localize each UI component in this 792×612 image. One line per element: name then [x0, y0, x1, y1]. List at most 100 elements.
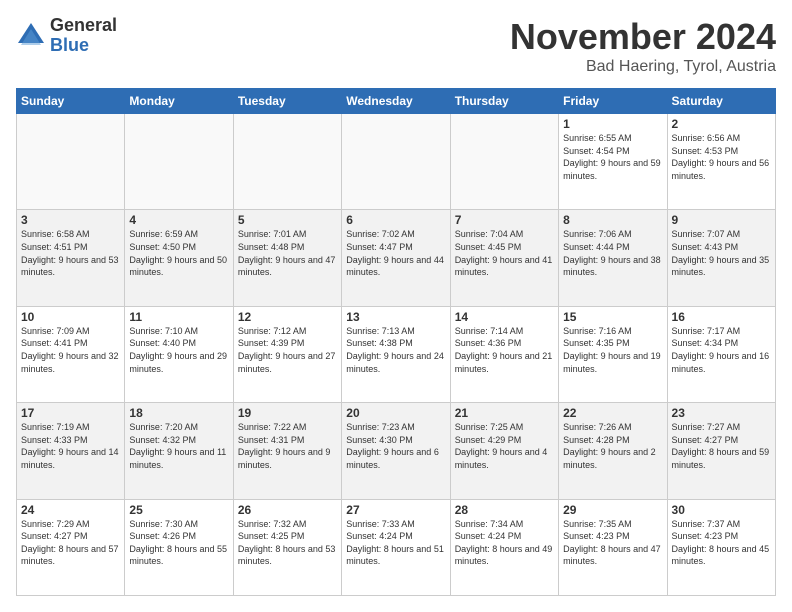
day-info: Sunrise: 7:29 AM Sunset: 4:27 PM Dayligh… [21, 518, 120, 568]
table-row: 18Sunrise: 7:20 AM Sunset: 4:32 PM Dayli… [125, 403, 233, 499]
calendar-title: November 2024 [510, 16, 776, 58]
day-number: 26 [238, 503, 337, 517]
day-number: 3 [21, 213, 120, 227]
table-row [233, 114, 341, 210]
day-info: Sunrise: 7:10 AM Sunset: 4:40 PM Dayligh… [129, 325, 228, 375]
table-row: 15Sunrise: 7:16 AM Sunset: 4:35 PM Dayli… [559, 306, 667, 402]
day-info: Sunrise: 7:25 AM Sunset: 4:29 PM Dayligh… [455, 421, 554, 471]
day-info: Sunrise: 7:12 AM Sunset: 4:39 PM Dayligh… [238, 325, 337, 375]
day-info: Sunrise: 7:32 AM Sunset: 4:25 PM Dayligh… [238, 518, 337, 568]
table-row: 10Sunrise: 7:09 AM Sunset: 4:41 PM Dayli… [17, 306, 125, 402]
table-row: 23Sunrise: 7:27 AM Sunset: 4:27 PM Dayli… [667, 403, 775, 499]
day-number: 2 [672, 117, 771, 131]
day-info: Sunrise: 7:07 AM Sunset: 4:43 PM Dayligh… [672, 228, 771, 278]
table-row: 13Sunrise: 7:13 AM Sunset: 4:38 PM Dayli… [342, 306, 450, 402]
table-row: 3Sunrise: 6:58 AM Sunset: 4:51 PM Daylig… [17, 210, 125, 306]
table-row: 16Sunrise: 7:17 AM Sunset: 4:34 PM Dayli… [667, 306, 775, 402]
logo-icon [16, 21, 46, 51]
table-row: 27Sunrise: 7:33 AM Sunset: 4:24 PM Dayli… [342, 499, 450, 595]
day-number: 8 [563, 213, 662, 227]
table-row: 9Sunrise: 7:07 AM Sunset: 4:43 PM Daylig… [667, 210, 775, 306]
day-number: 16 [672, 310, 771, 324]
header: General Blue November 2024 Bad Haering, … [16, 16, 776, 76]
logo-general: General [50, 16, 117, 36]
day-number: 30 [672, 503, 771, 517]
header-tuesday: Tuesday [233, 89, 341, 114]
table-row: 1Sunrise: 6:55 AM Sunset: 4:54 PM Daylig… [559, 114, 667, 210]
table-row: 20Sunrise: 7:23 AM Sunset: 4:30 PM Dayli… [342, 403, 450, 499]
header-sunday: Sunday [17, 89, 125, 114]
day-number: 20 [346, 406, 445, 420]
day-info: Sunrise: 7:06 AM Sunset: 4:44 PM Dayligh… [563, 228, 662, 278]
table-row: 6Sunrise: 7:02 AM Sunset: 4:47 PM Daylig… [342, 210, 450, 306]
table-row: 8Sunrise: 7:06 AM Sunset: 4:44 PM Daylig… [559, 210, 667, 306]
logo-text: General Blue [50, 16, 117, 56]
day-info: Sunrise: 6:59 AM Sunset: 4:50 PM Dayligh… [129, 228, 228, 278]
day-info: Sunrise: 7:33 AM Sunset: 4:24 PM Dayligh… [346, 518, 445, 568]
day-number: 5 [238, 213, 337, 227]
day-info: Sunrise: 7:04 AM Sunset: 4:45 PM Dayligh… [455, 228, 554, 278]
day-info: Sunrise: 7:20 AM Sunset: 4:32 PM Dayligh… [129, 421, 228, 471]
day-number: 19 [238, 406, 337, 420]
day-number: 14 [455, 310, 554, 324]
table-row: 5Sunrise: 7:01 AM Sunset: 4:48 PM Daylig… [233, 210, 341, 306]
day-info: Sunrise: 7:16 AM Sunset: 4:35 PM Dayligh… [563, 325, 662, 375]
calendar-page: General Blue November 2024 Bad Haering, … [0, 0, 792, 612]
table-row: 28Sunrise: 7:34 AM Sunset: 4:24 PM Dayli… [450, 499, 558, 595]
table-row: 4Sunrise: 6:59 AM Sunset: 4:50 PM Daylig… [125, 210, 233, 306]
day-info: Sunrise: 7:34 AM Sunset: 4:24 PM Dayligh… [455, 518, 554, 568]
calendar-subtitle: Bad Haering, Tyrol, Austria [510, 58, 776, 76]
day-info: Sunrise: 7:01 AM Sunset: 4:48 PM Dayligh… [238, 228, 337, 278]
table-row: 29Sunrise: 7:35 AM Sunset: 4:23 PM Dayli… [559, 499, 667, 595]
header-monday: Monday [125, 89, 233, 114]
day-number: 27 [346, 503, 445, 517]
title-block: November 2024 Bad Haering, Tyrol, Austri… [510, 16, 776, 76]
day-number: 29 [563, 503, 662, 517]
day-info: Sunrise: 7:37 AM Sunset: 4:23 PM Dayligh… [672, 518, 771, 568]
day-number: 12 [238, 310, 337, 324]
day-info: Sunrise: 6:55 AM Sunset: 4:54 PM Dayligh… [563, 132, 662, 182]
table-row [342, 114, 450, 210]
day-info: Sunrise: 7:14 AM Sunset: 4:36 PM Dayligh… [455, 325, 554, 375]
day-info: Sunrise: 7:19 AM Sunset: 4:33 PM Dayligh… [21, 421, 120, 471]
day-info: Sunrise: 6:58 AM Sunset: 4:51 PM Dayligh… [21, 228, 120, 278]
day-number: 22 [563, 406, 662, 420]
day-number: 6 [346, 213, 445, 227]
day-number: 24 [21, 503, 120, 517]
table-row [17, 114, 125, 210]
day-info: Sunrise: 7:35 AM Sunset: 4:23 PM Dayligh… [563, 518, 662, 568]
logo: General Blue [16, 16, 117, 56]
day-info: Sunrise: 7:26 AM Sunset: 4:28 PM Dayligh… [563, 421, 662, 471]
day-number: 9 [672, 213, 771, 227]
table-row: 2Sunrise: 6:56 AM Sunset: 4:53 PM Daylig… [667, 114, 775, 210]
table-row: 14Sunrise: 7:14 AM Sunset: 4:36 PM Dayli… [450, 306, 558, 402]
day-number: 28 [455, 503, 554, 517]
day-info: Sunrise: 7:22 AM Sunset: 4:31 PM Dayligh… [238, 421, 337, 471]
day-number: 11 [129, 310, 228, 324]
day-number: 1 [563, 117, 662, 131]
calendar-body: 1Sunrise: 6:55 AM Sunset: 4:54 PM Daylig… [17, 114, 776, 596]
day-info: Sunrise: 7:09 AM Sunset: 4:41 PM Dayligh… [21, 325, 120, 375]
day-number: 10 [21, 310, 120, 324]
table-row [450, 114, 558, 210]
header-thursday: Thursday [450, 89, 558, 114]
table-row: 21Sunrise: 7:25 AM Sunset: 4:29 PM Dayli… [450, 403, 558, 499]
day-info: Sunrise: 7:02 AM Sunset: 4:47 PM Dayligh… [346, 228, 445, 278]
header-friday: Friday [559, 89, 667, 114]
table-row: 22Sunrise: 7:26 AM Sunset: 4:28 PM Dayli… [559, 403, 667, 499]
calendar-header-row: Sunday Monday Tuesday Wednesday Thursday… [17, 89, 776, 114]
day-number: 4 [129, 213, 228, 227]
day-number: 18 [129, 406, 228, 420]
table-row: 24Sunrise: 7:29 AM Sunset: 4:27 PM Dayli… [17, 499, 125, 595]
table-row: 25Sunrise: 7:30 AM Sunset: 4:26 PM Dayli… [125, 499, 233, 595]
table-row: 19Sunrise: 7:22 AM Sunset: 4:31 PM Dayli… [233, 403, 341, 499]
day-number: 25 [129, 503, 228, 517]
header-saturday: Saturday [667, 89, 775, 114]
day-info: Sunrise: 7:17 AM Sunset: 4:34 PM Dayligh… [672, 325, 771, 375]
logo-blue: Blue [50, 36, 117, 56]
table-row: 30Sunrise: 7:37 AM Sunset: 4:23 PM Dayli… [667, 499, 775, 595]
day-number: 15 [563, 310, 662, 324]
table-row: 7Sunrise: 7:04 AM Sunset: 4:45 PM Daylig… [450, 210, 558, 306]
day-info: Sunrise: 6:56 AM Sunset: 4:53 PM Dayligh… [672, 132, 771, 182]
calendar-table: Sunday Monday Tuesday Wednesday Thursday… [16, 88, 776, 596]
